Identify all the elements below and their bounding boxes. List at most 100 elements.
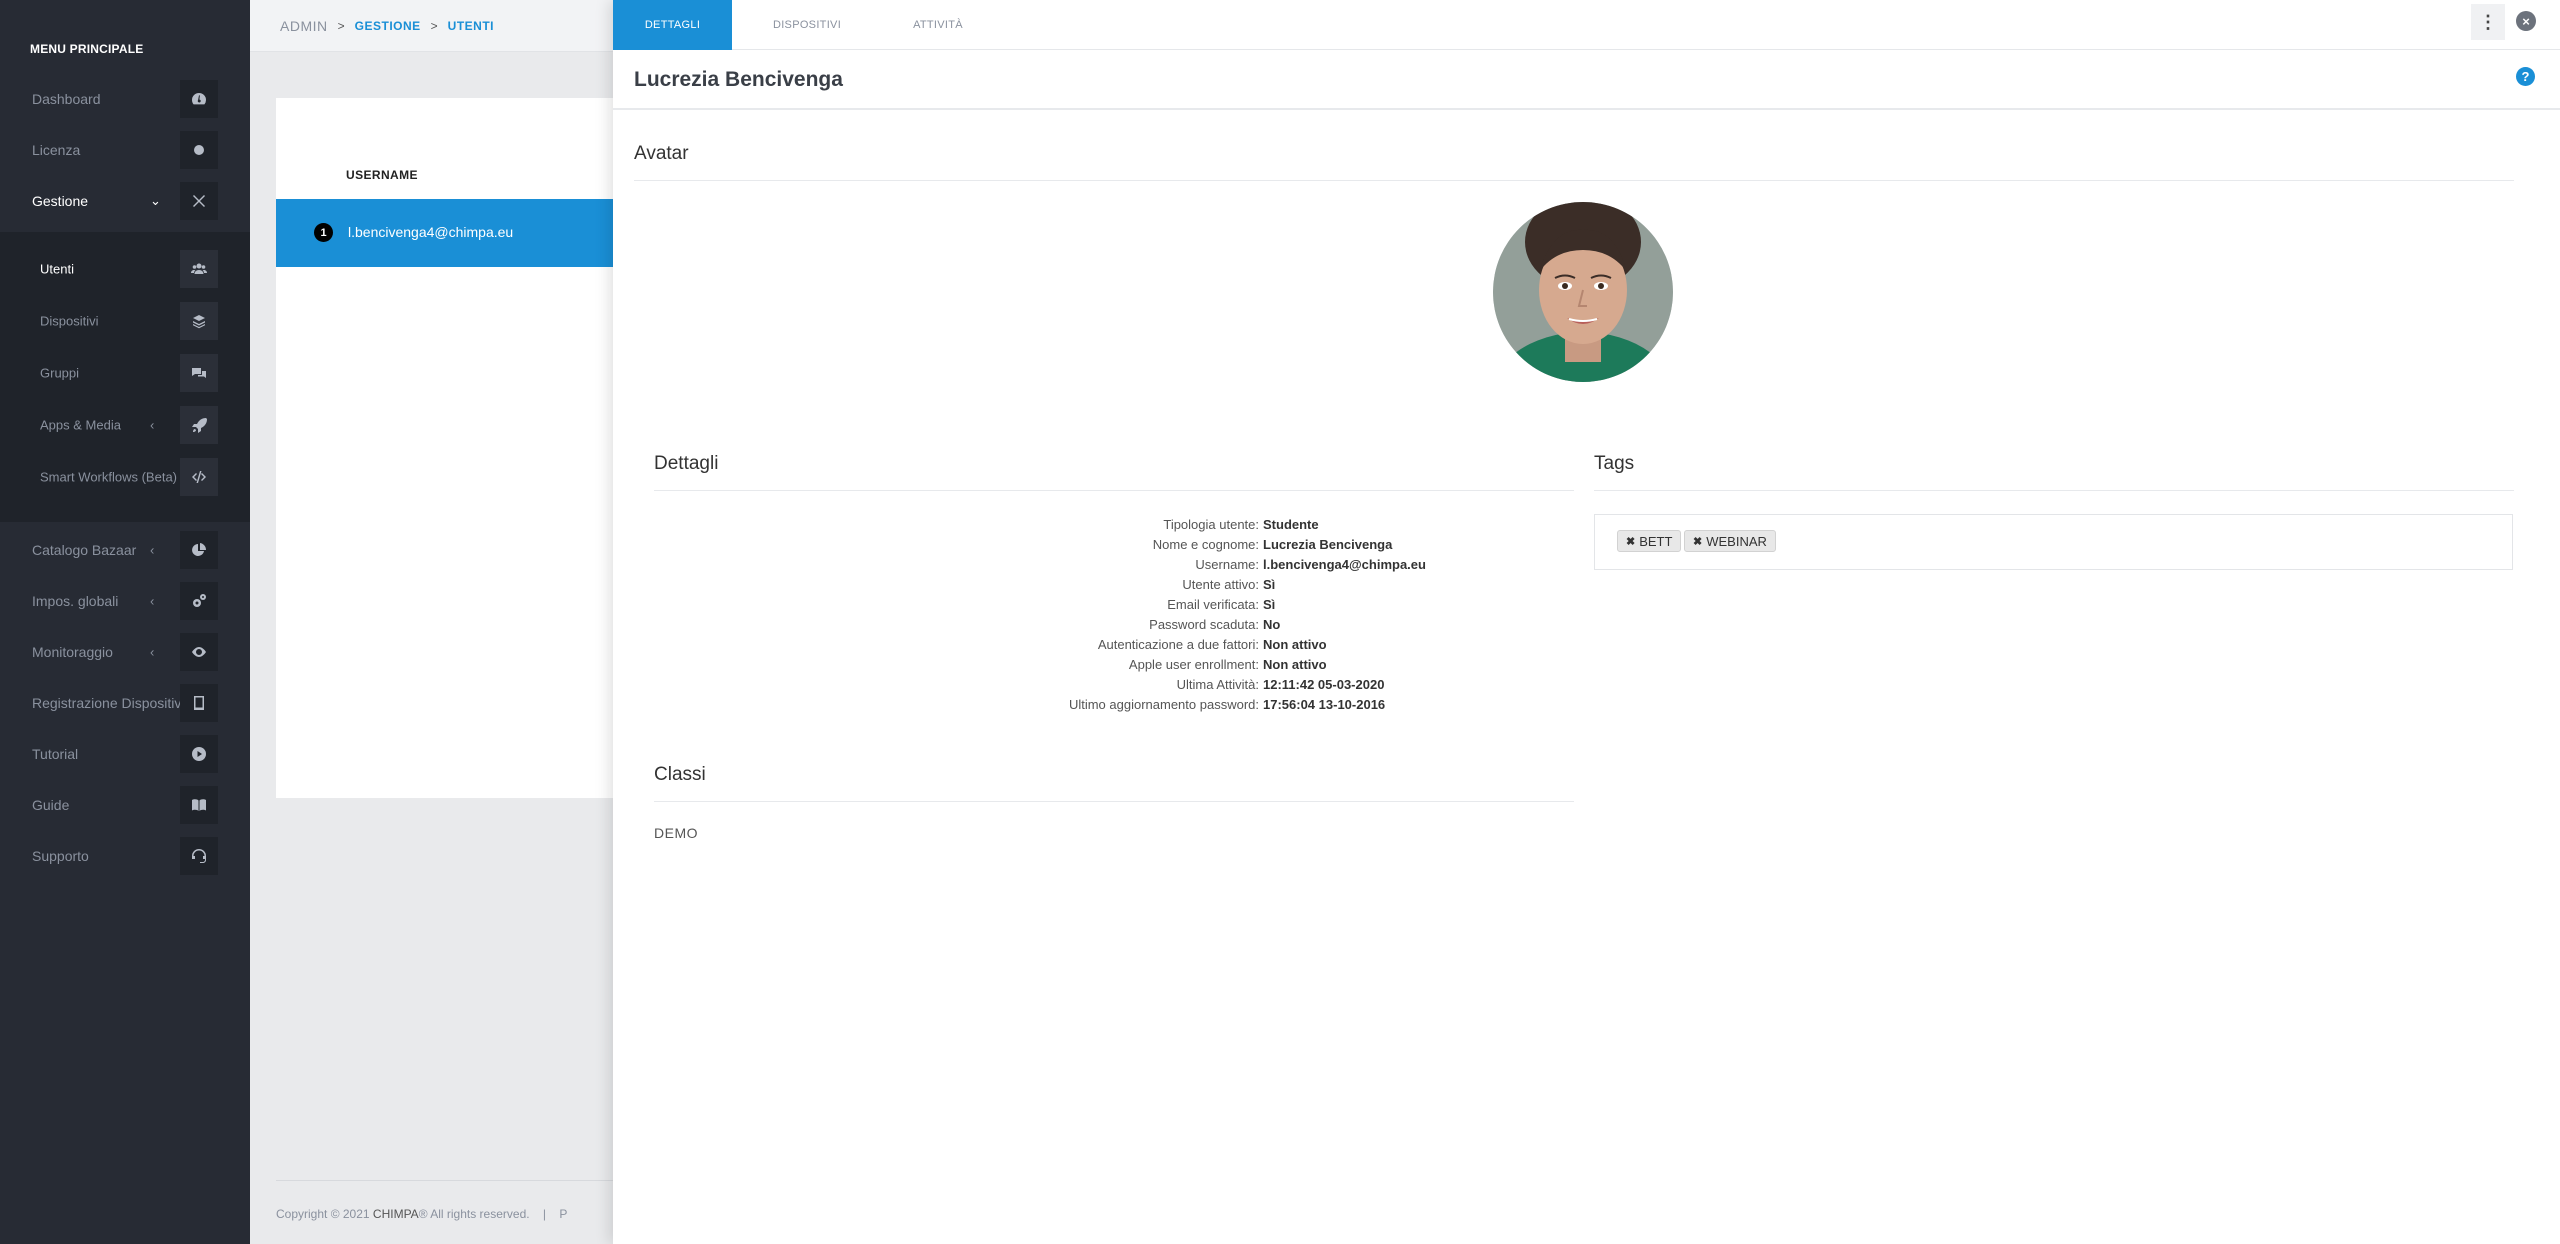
sidebar-item-label: Smart Workflows (Beta) [40,469,178,485]
support-icon [180,837,218,875]
row-index-badge: 1 [314,223,333,242]
breadcrumb-admin[interactable]: ADMIN [280,18,328,34]
detail-key: Tipologia utente: [1163,517,1259,532]
sidebar-item-label: Catalogo Bazaar [32,542,137,558]
chevron-down-icon: ⌄ [150,193,161,208]
breadcrumb-gestione[interactable]: GESTIONE [355,19,421,33]
layers-icon [180,302,218,340]
sidebar-item-label: Licenza [32,142,81,158]
close-icon[interactable]: × [2516,11,2536,31]
footer-copyright: Copyright © 2021 [276,1207,370,1221]
sidebar-item-dashboard[interactable]: Dashboard [0,77,250,121]
tags-input[interactable]: ✖ BETT ✖ WEBINAR [1594,514,2513,570]
sidebar-item-supporto[interactable]: Supporto [0,834,250,878]
detail-key: Autenticazione a due fattori: [1097,637,1259,652]
detail-row: Nome e cognome: Lucrezia Bencivenga [1153,535,1426,555]
details-list: Tipologia utente: Studente Nome e cognome… [1069,515,1426,715]
sidebar-item-catalogo-bazaar[interactable]: Catalogo Bazaar ‹ [0,528,250,572]
detail-value: 17:56:04 13-10-2016 [1263,697,1386,712]
sidebar-item-gestione[interactable]: Gestione ⌄ [0,179,250,223]
play-icon [180,735,218,773]
detail-key: Ultimo aggiornamento password: [1068,697,1259,712]
divider [654,801,1574,802]
detail-value: 12:11:42 05-03-2020 [1263,677,1385,692]
row-username: l.bencivenga4@chimpa.eu [348,224,514,240]
detail-row: Password scaduta: No [1149,615,1426,635]
sidebar-item-gruppi[interactable]: Gruppi [0,351,250,395]
sidebar: MENU PRINCIPALE Dashboard Licenza Gestio… [0,0,250,1244]
footer-link[interactable]: P [559,1207,567,1221]
sidebar-item-label: Gestione [32,193,89,209]
footer-rights: ® All rights reserved. [418,1207,530,1221]
breadcrumb: ADMIN > GESTIONE > UTENTI [280,18,494,34]
detail-value: Lucrezia Bencivenga [1263,537,1393,552]
sidebar-item-label: Impos. globali [32,593,119,609]
user-detail-panel: DETTAGLI DISPOSITIVI ATTIVITÀ ⋮ × Lucrez… [613,0,2560,1244]
rocket-icon [180,406,218,444]
chevron-right-icon: > [337,19,345,33]
section-title-tags: Tags [1594,453,1635,474]
detail-key: Email verificata: [1167,597,1259,612]
detail-row: Utente attivo: Sì [1182,575,1426,595]
detail-value: Studente [1263,517,1319,532]
panel-tabs: DETTAGLI DISPOSITIVI ATTIVITÀ ⋮ × [613,0,2560,50]
sidebar-item-label: Dashboard [32,91,101,107]
detail-key: Ultima Attività: [1176,677,1259,692]
sidebar-item-label: Utenti [40,261,74,277]
more-options-button[interactable]: ⋮ [2471,4,2505,40]
detail-value: No [1263,617,1281,632]
book-icon [180,786,218,824]
sidebar-item-label: Dispositivi [40,313,99,329]
remove-tag-icon[interactable]: ✖ [1626,535,1635,548]
chat-icon [180,354,218,392]
sidebar-item-dispositivi[interactable]: Dispositivi [0,299,250,343]
remove-tag-icon[interactable]: ✖ [1693,535,1702,548]
avatar [1493,202,1673,382]
sidebar-item-apps-media[interactable]: Apps & Media ‹ [0,403,250,447]
users-icon [180,250,218,288]
sidebar-item-registrazione-dispositivi[interactable]: Registrazione Dispositivi [0,681,250,725]
detail-row: Email verificata: Sì [1167,595,1426,615]
breadcrumb-utenti[interactable]: UTENTI [448,19,494,33]
chevron-left-icon: ‹ [150,644,155,660]
page-footer: Copyright © 2021 CHIMPA® All rights rese… [276,1180,656,1221]
sidebar-item-label: Monitoraggio [32,644,113,660]
tab-attivita[interactable]: ATTIVITÀ [882,0,994,50]
tab-dettagli[interactable]: DETTAGLI [613,0,732,50]
tablet-icon [180,684,218,722]
code-icon [180,458,218,496]
tools-icon [180,182,218,220]
panel-title-bar: Lucrezia Bencivenga ? [613,51,2560,110]
detail-value: Sì [1263,597,1276,612]
detail-key: Password scaduta: [1149,617,1259,632]
detail-value: Non attivo [1263,637,1327,652]
tag-label: WEBINAR [1706,533,1767,549]
sidebar-item-utenti[interactable]: Utenti [0,247,250,291]
column-header-username[interactable]: USERNAME [346,168,418,182]
chevron-right-icon: > [430,19,438,33]
sidebar-item-guide[interactable]: Guide [0,783,250,827]
sidebar-item-licenza[interactable]: Licenza [0,128,250,172]
detail-key: Apple user enrollment: [1128,657,1259,672]
sidebar-item-label: Apps & Media [40,417,121,433]
tag-label: BETT [1639,533,1673,549]
sidebar-item-impos-globali[interactable]: Impos. globali ‹ [0,579,250,623]
tab-dispositivi[interactable]: DISPOSITIVI [732,0,882,50]
section-title-avatar: Avatar [634,143,689,164]
dashboard-icon [180,80,218,118]
divider [654,490,1574,491]
classi-value: DEMO [654,825,698,841]
sidebar-item-label: Registrazione Dispositivi [32,695,185,711]
sidebar-item-smart-workflows[interactable]: Smart Workflows (Beta) [0,455,250,499]
sidebar-item-monitoraggio[interactable]: Monitoraggio ‹ [0,630,250,674]
detail-key: Utente attivo: [1182,577,1259,592]
detail-row: Apple user enrollment: Non attivo [1129,655,1426,675]
sidebar-item-tutorial[interactable]: Tutorial [0,732,250,776]
footer-brand: CHIMPA [372,1207,419,1221]
page-title: Lucrezia Bencivenga [634,68,843,91]
chevron-left-icon: ‹ [150,593,155,609]
sidebar-item-label: Supporto [32,848,89,864]
help-icon[interactable]: ? [2516,67,2535,86]
section-title-dettagli: Dettagli [654,453,719,474]
footer-separator: | [542,1207,547,1221]
